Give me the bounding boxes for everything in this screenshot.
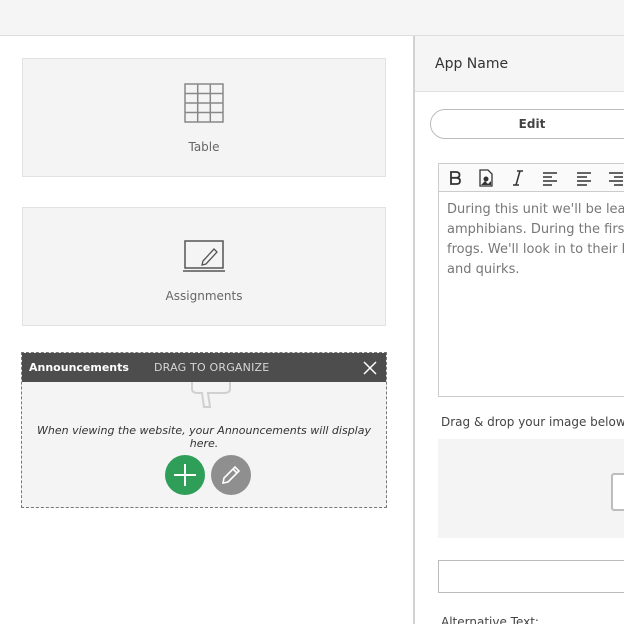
image-url-input[interactable] xyxy=(438,560,624,593)
assignments-tile[interactable]: Assignments xyxy=(22,207,386,326)
image-dropzone[interactable] xyxy=(438,439,624,538)
editor-toolbar xyxy=(439,164,624,192)
close-icon[interactable] xyxy=(362,360,378,376)
insert-image-icon[interactable] xyxy=(477,169,495,187)
panel-header: App Name xyxy=(415,36,624,92)
rich-text-editor[interactable]: During this unit we'll be lear amphibian… xyxy=(438,163,624,397)
table-tile[interactable]: Table xyxy=(22,58,386,177)
pencil-icon xyxy=(221,465,241,485)
assignments-tile-label: Assignments xyxy=(165,289,243,303)
italic-icon[interactable] xyxy=(509,169,527,187)
megaphone-icon xyxy=(191,379,231,408)
settings-panel: App Name Edit During this unit we'll be … xyxy=(415,36,624,624)
bold-icon[interactable] xyxy=(446,169,464,187)
top-bar xyxy=(0,0,624,36)
edit-announcement-button[interactable] xyxy=(211,455,251,495)
announcements-message: When viewing the website, your Announcem… xyxy=(37,424,371,450)
announcements-title: Announcements xyxy=(29,361,129,374)
image-drop-label: Drag & drop your image below or xyxy=(441,415,624,429)
align-center-icon[interactable] xyxy=(575,169,593,187)
image-file-icon xyxy=(611,473,624,511)
drag-to-organize-label: DRAG TO ORGANIZE xyxy=(154,361,270,374)
edit-button-label: Edit xyxy=(518,117,546,131)
page-canvas: Table Assignments Announcements DRAG TO … xyxy=(0,36,414,624)
app-name-title: App Name xyxy=(435,56,509,72)
edit-button[interactable]: Edit xyxy=(430,109,624,139)
table-tile-label: Table xyxy=(188,140,220,154)
add-announcement-button[interactable] xyxy=(165,455,205,495)
alt-text-label: Alternative Text: xyxy=(441,615,539,624)
grid-table-icon xyxy=(184,83,224,123)
assignment-pencil-icon xyxy=(183,240,225,272)
align-right-icon[interactable] xyxy=(607,169,624,187)
align-left-icon[interactable] xyxy=(541,169,559,187)
announcements-header[interactable]: Announcements DRAG TO ORGANIZE xyxy=(22,353,386,382)
announcements-widget[interactable]: Announcements DRAG TO ORGANIZE When view… xyxy=(21,352,387,508)
editor-body-text[interactable]: During this unit we'll be lear amphibian… xyxy=(447,200,624,280)
plus-icon xyxy=(174,464,196,486)
